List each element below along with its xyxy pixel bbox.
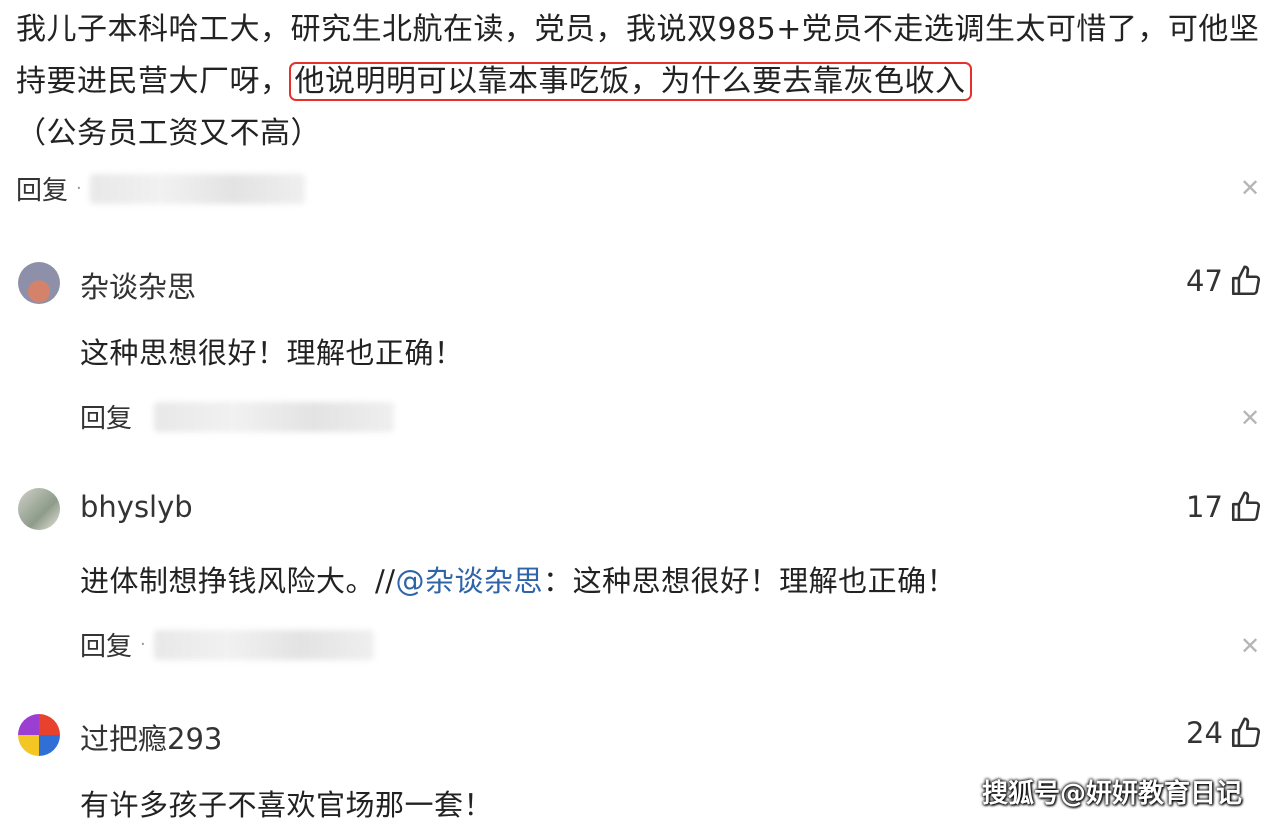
avatar[interactable] — [18, 488, 60, 530]
thumbs-up-icon[interactable] — [1229, 716, 1263, 750]
thumbs-up-icon[interactable] — [1229, 490, 1263, 524]
close-icon[interactable]: ✕ — [1240, 404, 1260, 432]
reply-row: 回复 · — [80, 626, 374, 663]
root-comment-text-after: （公务员工资又不高） — [16, 116, 321, 151]
reply-button[interactable]: 回复 — [80, 626, 132, 663]
like-count[interactable]: 24 — [1186, 716, 1263, 750]
reply-row: 回复 — [80, 398, 395, 435]
thumbs-up-icon[interactable] — [1229, 264, 1263, 298]
blurred-timestamp — [154, 401, 395, 432]
root-comment-text: 我儿子本科哈工大，研究生北航在读，党员，我说双985+党员不走选调生太可惜了，可… — [16, 4, 1266, 160]
like-count-value: 24 — [1186, 716, 1223, 750]
highlighted-phrase: 他说明明可以靠本事吃饭，为什么要去靠灰色收入 — [288, 62, 972, 101]
separator-dot: · — [140, 634, 146, 655]
comment-text: 有许多孩子不喜欢官场那一套！ — [80, 788, 494, 822]
username[interactable]: 过把瘾293 — [80, 716, 222, 758]
blurred-timestamp — [89, 173, 305, 204]
separator-dot: · — [76, 178, 82, 199]
mention-link[interactable]: @杂谈杂思 — [396, 564, 544, 598]
close-icon[interactable]: ✕ — [1240, 632, 1260, 660]
root-reply-row: 回复 · — [16, 170, 305, 207]
like-count-value: 47 — [1186, 264, 1223, 298]
username[interactable]: 杂谈杂思 — [80, 264, 196, 306]
avatar[interactable] — [18, 262, 60, 304]
like-count-value: 17 — [1186, 490, 1223, 524]
username[interactable]: bhyslyb — [80, 490, 193, 524]
watermark: 搜狐号@妍妍教育日记 — [981, 779, 1242, 809]
reply-button[interactable]: 回复 — [16, 170, 68, 207]
comment-text-main: 进体制想挣钱风险大。// — [80, 564, 396, 598]
like-count[interactable]: 17 — [1186, 490, 1263, 524]
avatar[interactable] — [18, 714, 60, 756]
comment-text: 进体制想挣钱风险大。//@杂谈杂思：这种思想很好！理解也正确！ — [80, 558, 956, 600]
close-icon[interactable]: ✕ — [1240, 174, 1260, 202]
like-count[interactable]: 47 — [1186, 264, 1263, 298]
quoted-text: ：这种思想很好！理解也正确！ — [543, 564, 957, 598]
comment-text: 这种思想很好！理解也正确！ — [80, 336, 464, 370]
reply-button[interactable]: 回复 — [80, 398, 132, 435]
blurred-timestamp — [153, 629, 374, 660]
